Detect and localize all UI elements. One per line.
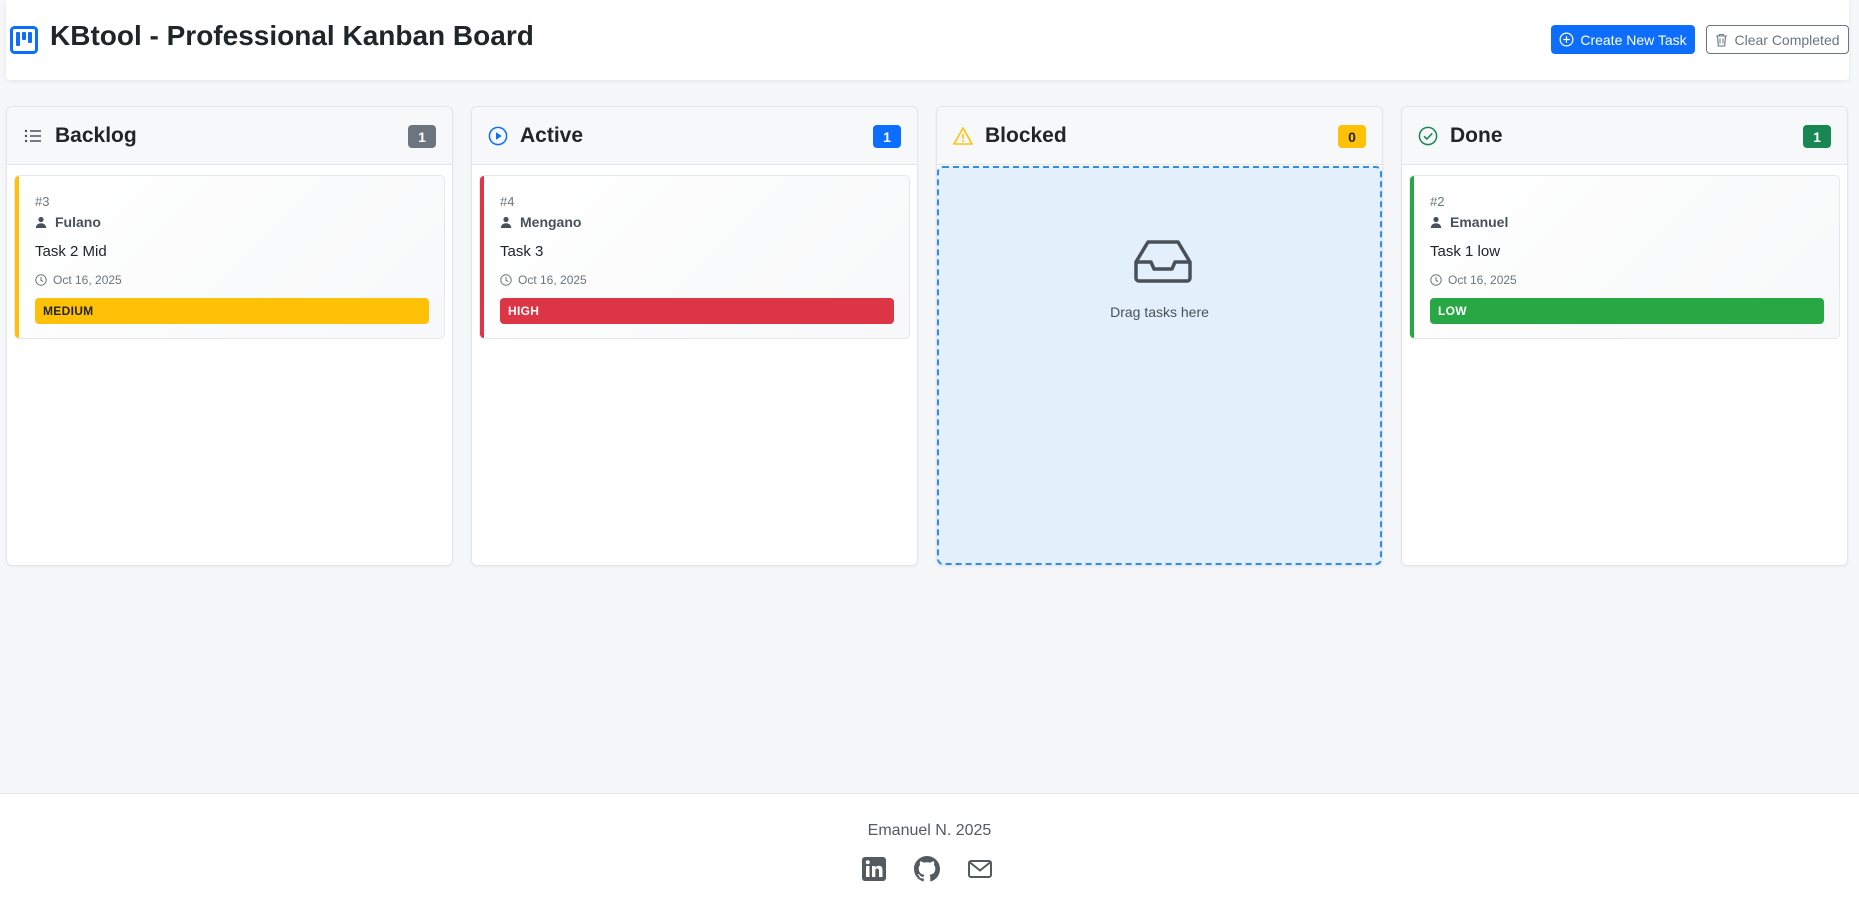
task-title: Task 2 Mid — [35, 243, 107, 260]
task-date: Oct 16, 2025 — [1430, 273, 1517, 287]
trash-icon — [1716, 33, 1728, 47]
drop-hint: Drag tasks here — [1110, 304, 1209, 320]
page-title: KBtool - Professional Kanban Board — [50, 20, 534, 51]
person-icon — [1430, 216, 1442, 228]
plus-circle-icon — [1559, 32, 1574, 47]
task-assignee: Emanuel — [1430, 214, 1508, 230]
priority-stripe — [1410, 176, 1414, 338]
linkedin-icon[interactable] — [861, 856, 887, 882]
task-card[interactable]: #4 Mengano Task 3 Oct 16, 2025 HIGH — [479, 175, 910, 339]
task-title: Task 3 — [500, 243, 544, 260]
task-card[interactable]: #2 Emanuel Task 1 low Oct 16, 2025 LOW — [1409, 175, 1840, 339]
page-footer: Emanuel N. 2025 — [0, 793, 1859, 906]
column-active[interactable]: Active 1 #4 Mengano Task 3 Oct 16, 2025 … — [471, 106, 918, 566]
date-text: Oct 16, 2025 — [53, 273, 122, 287]
count-badge: 0 — [1338, 125, 1366, 148]
task-date: Oct 16, 2025 — [500, 273, 587, 287]
clock-icon — [35, 274, 47, 286]
create-task-label: Create New Task — [1580, 31, 1687, 48]
assignee-name: Emanuel — [1450, 214, 1509, 230]
priority-badge: HIGH — [500, 298, 894, 324]
github-icon[interactable] — [914, 856, 940, 882]
priority-badge: MEDIUM — [35, 298, 429, 324]
list-icon — [24, 129, 41, 143]
task-id: #2 — [1430, 194, 1445, 209]
drop-zone[interactable]: Drag tasks here — [937, 166, 1382, 565]
clock-icon — [500, 274, 512, 286]
person-icon — [500, 216, 512, 228]
count-badge: 1 — [408, 125, 436, 148]
column-header: Active 1 — [472, 107, 917, 165]
task-date: Oct 16, 2025 — [35, 273, 122, 287]
inbox-icon — [1134, 240, 1192, 283]
kanban-icon — [10, 26, 38, 54]
task-assignee: Mengano — [500, 214, 581, 230]
person-icon — [35, 216, 47, 228]
column-blocked[interactable]: Blocked 0 Drag tasks here — [936, 106, 1383, 566]
count-badge: 1 — [873, 125, 901, 148]
clear-completed-label: Clear Completed — [1734, 31, 1840, 48]
column-title: Blocked — [985, 124, 1067, 147]
check-circle-icon — [1418, 126, 1438, 146]
task-id: #3 — [35, 194, 50, 209]
clear-completed-button[interactable]: Clear Completed — [1706, 25, 1849, 54]
footer-credit: Emanuel N. 2025 — [867, 822, 992, 839]
play-circle-icon — [488, 126, 508, 146]
date-text: Oct 16, 2025 — [518, 273, 587, 287]
mail-icon[interactable] — [967, 856, 993, 882]
assignee-name: Mengano — [520, 214, 582, 230]
assignee-name: Fulano — [55, 214, 101, 230]
task-card[interactable]: #3 Fulano Task 2 Mid Oct 16, 2025 MEDIUM — [14, 175, 445, 339]
column-header: Backlog 1 — [7, 107, 452, 165]
column-title: Backlog — [55, 124, 137, 147]
task-title: Task 1 low — [1430, 243, 1501, 260]
date-text: Oct 16, 2025 — [1448, 273, 1517, 287]
warning-icon — [953, 127, 973, 145]
column-header: Blocked 0 — [937, 107, 1382, 165]
priority-badge: LOW — [1430, 298, 1824, 324]
task-assignee: Fulano — [35, 214, 101, 230]
count-badge: 1 — [1803, 125, 1831, 148]
column-backlog[interactable]: Backlog 1 #3 Fulano Task 2 Mid Oct 16, 2… — [6, 106, 453, 566]
column-title: Done — [1450, 124, 1503, 147]
priority-stripe — [480, 176, 484, 338]
task-id: #4 — [500, 194, 515, 209]
column-title: Active — [520, 124, 584, 147]
app-header: KBtool - Professional Kanban Board Creat… — [6, 0, 1849, 80]
priority-stripe — [15, 176, 19, 338]
clock-icon — [1430, 274, 1442, 286]
column-header: Done 1 — [1402, 107, 1847, 165]
create-task-button[interactable]: Create New Task — [1551, 25, 1695, 54]
column-done[interactable]: Done 1 #2 Emanuel Task 1 low Oct 16, 202… — [1401, 106, 1848, 566]
